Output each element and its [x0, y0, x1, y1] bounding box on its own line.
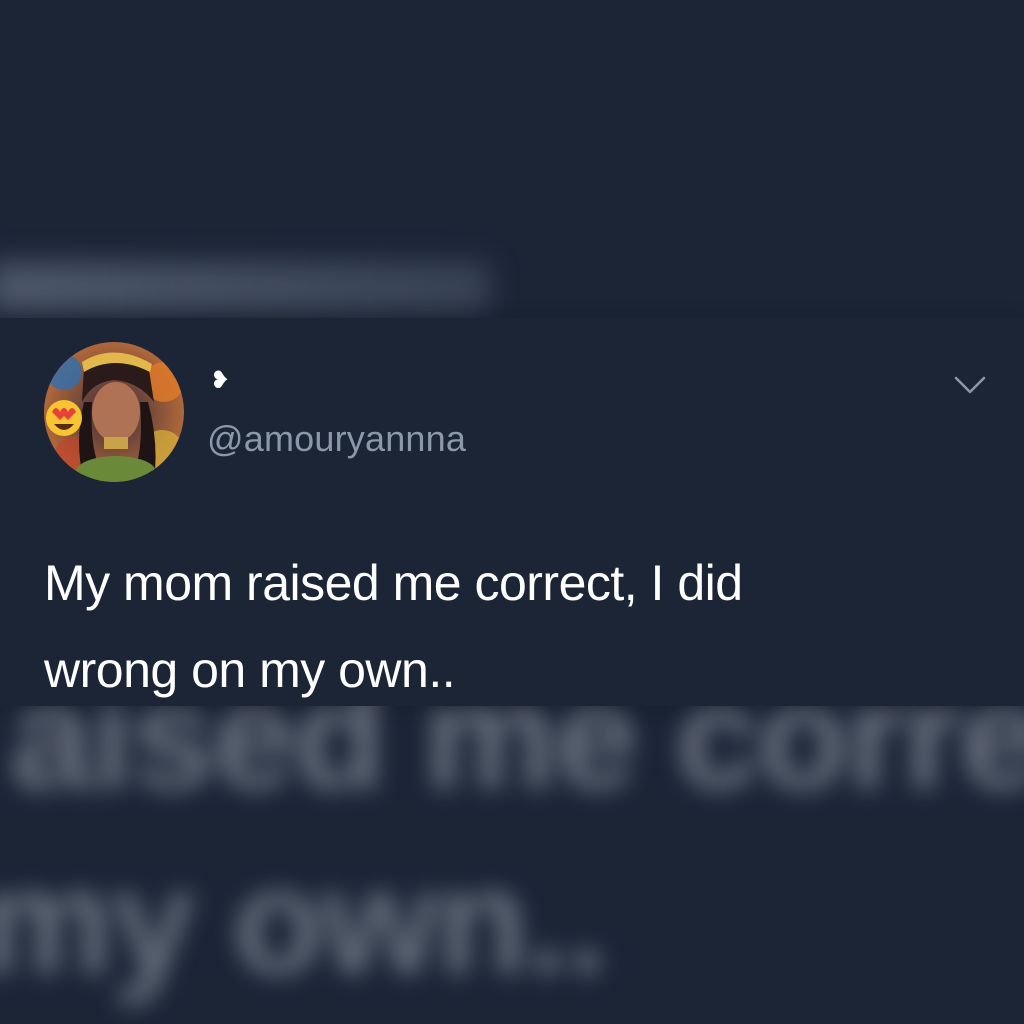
heart-eyes-emoji-icon [46, 400, 82, 436]
tweet-text-line-2: wrong on my own.. [44, 642, 456, 698]
avatar[interactable] [44, 342, 184, 482]
display-name-heart-icon[interactable]: ❥ [210, 368, 236, 394]
user-handle[interactable]: @amouryannna [207, 418, 466, 460]
blurred-text-line-2: my own.. [0, 837, 608, 1005]
tweet-card: ❥ @amouryannna My mom raised me correct,… [0, 318, 1024, 706]
tweet-text-line-1: My mom raised me correct, I did [44, 555, 743, 611]
screenshot-canvas: aised me correc my own.. ❥ @amouryannna … [0, 0, 1024, 1024]
avatar-photo [44, 342, 184, 482]
chevron-down-icon[interactable] [950, 370, 990, 400]
blurred-header-bar [0, 262, 490, 312]
